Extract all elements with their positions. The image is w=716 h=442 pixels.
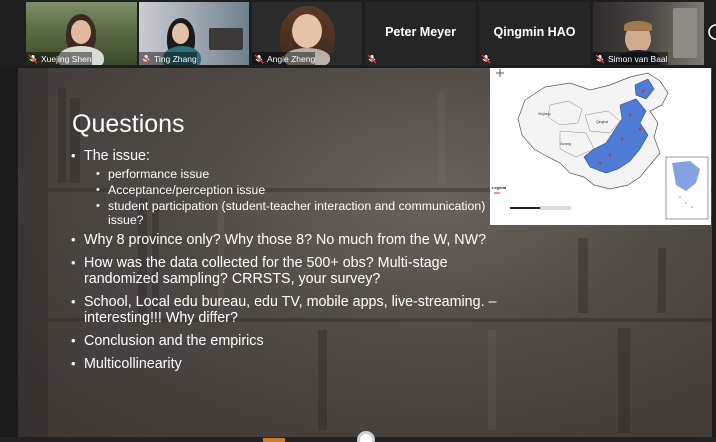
next-page-icon[interactable] — [706, 24, 716, 40]
participant-name-bar — [479, 52, 494, 65]
participant-tile-simon-van-baal[interactable]: Simon van Baal — [593, 2, 704, 65]
participant-name: Qingmin HAO — [493, 24, 576, 39]
mic-muted-icon — [481, 54, 491, 63]
bullet-item: Conclusion and the empirics — [71, 333, 511, 349]
participant-name: Angie Zheng — [267, 53, 316, 64]
mic-muted-icon — [254, 54, 264, 63]
participant-name: Ting Zhang — [154, 53, 197, 64]
sub-bullet-item: Acceptance/perception issue — [96, 183, 511, 197]
svg-text:Xinjiang: Xinjiang — [538, 112, 551, 116]
mic-muted-icon — [28, 54, 38, 63]
svg-text:Qinghai: Qinghai — [596, 120, 608, 124]
shared-slide: Questions The issue: performance issue A… — [18, 68, 712, 437]
bullet-item: Why 8 province only? Why those 8? No muc… — [71, 232, 511, 248]
participant-tile-qingmin-hao[interactable]: Qingmin HAO — [479, 2, 590, 65]
mic-muted-icon — [595, 54, 605, 63]
playback-marker — [263, 438, 285, 442]
participant-name-bar: Angie Zheng — [252, 52, 316, 65]
participant-name-bar: Simon van Baal — [593, 52, 668, 65]
playback-scrubber[interactable] — [357, 431, 375, 442]
mic-muted-icon — [367, 54, 377, 63]
map-legend-title: Legend — [492, 185, 507, 190]
china-map-image: Xinjiang Xizang Qinghai Legend — [490, 68, 711, 225]
participant-tile-angie-zheng[interactable]: Angie Zheng — [252, 2, 362, 65]
participant-tile-peter-meyer[interactable]: Peter Meyer — [365, 2, 476, 65]
sub-bullet-item: performance issue — [96, 167, 511, 181]
bullet-item: Multicollinearity — [71, 356, 511, 372]
slide-bullet-list: The issue: performance issue Acceptance/… — [71, 148, 511, 379]
slide-title: Questions — [72, 110, 185, 138]
participant-name-bar — [365, 52, 380, 65]
bullet-item: The issue: performance issue Acceptance/… — [71, 148, 511, 227]
mic-muted-icon — [141, 54, 151, 63]
participant-strip: Xuejing Shen Ting Zhang Angie Zheng Pete… — [0, 0, 716, 66]
participant-name: Simon van Baal — [608, 53, 668, 64]
participant-tile-ting-zhang[interactable]: Ting Zhang — [139, 2, 249, 65]
bullet-item: School, Local edu bureau, edu TV, mobile… — [71, 294, 511, 326]
participant-name: Peter Meyer — [385, 24, 456, 39]
sub-bullet-list: performance issue Acceptance/perception … — [84, 167, 511, 227]
participant-name: Xuejing Shen — [41, 53, 92, 64]
bullet-text: The issue: — [84, 148, 150, 164]
participant-tile-xuejing-shen[interactable]: Xuejing Shen — [26, 2, 137, 65]
participant-name-bar: Xuejing Shen — [26, 52, 92, 65]
participant-name-bar: Ting Zhang — [139, 52, 197, 65]
svg-text:Xizang: Xizang — [560, 142, 571, 146]
bullet-item: How was the data collected for the 500+ … — [71, 255, 511, 287]
sub-bullet-item: student participation (student-teacher i… — [96, 199, 511, 227]
